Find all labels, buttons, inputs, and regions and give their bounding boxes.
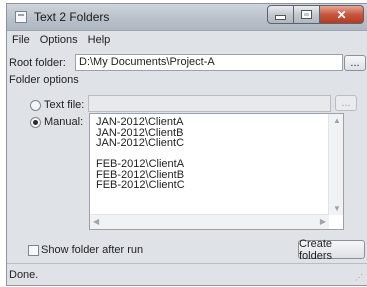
menu-bar: File Options Help (7, 31, 367, 48)
text-file-label: Text file: (44, 99, 85, 111)
folder-line: FEB-2012\ClientA (96, 158, 185, 170)
vertical-scrollbar[interactable]: ▲ ▼ (328, 114, 343, 215)
scroll-up-icon[interactable]: ▲ (333, 116, 341, 125)
horizontal-scrollbar[interactable]: ◀ ▶ (90, 214, 329, 229)
minimize-button[interactable] (267, 5, 294, 24)
manual-radio[interactable] (30, 117, 41, 128)
folder-options-heading: Folder options (9, 74, 79, 86)
scroll-right-icon[interactable]: ▶ (320, 217, 326, 226)
window-title: Text 2 Folders (34, 10, 110, 24)
folder-line: JAN-2012\ClientC (96, 137, 185, 149)
menu-help[interactable]: Help (88, 34, 111, 46)
scroll-down-icon[interactable]: ▼ (333, 204, 341, 213)
show-folder-checkbox[interactable] (28, 245, 39, 256)
text-file-radio[interactable] (30, 100, 41, 111)
menu-options[interactable]: Options (40, 34, 78, 46)
root-folder-field[interactable]: D:\My Documents\Project-A (75, 54, 343, 71)
status-bar: Done. ⋰ (7, 263, 367, 285)
close-icon: ✕ (336, 7, 347, 22)
show-folder-label: Show folder after run (41, 244, 144, 256)
resize-grip-icon[interactable]: ⋰ (355, 273, 365, 283)
status-text: Done. (9, 269, 39, 281)
title-bar[interactable]: Text 2 Folders ✕ (7, 4, 367, 31)
close-button[interactable]: ✕ (320, 5, 364, 24)
scroll-left-icon[interactable]: ◀ (93, 217, 99, 226)
maximize-button[interactable] (294, 5, 320, 24)
text-file-field[interactable] (88, 95, 331, 112)
manual-lines: JAN-2012\ClientA JAN-2012\ClientB JAN-20… (96, 117, 185, 191)
app-icon (15, 11, 27, 23)
maximize-icon (301, 10, 312, 19)
caption-buttons: ✕ (267, 5, 364, 24)
text-file-browse-button[interactable]: ... (335, 95, 357, 111)
create-folders-button[interactable]: Create folders (298, 238, 365, 262)
folder-line: JAN-2012\ClientA (96, 116, 184, 128)
root-folder-value: D:\My Documents\Project-A (79, 56, 215, 68)
app-window: Text 2 Folders ✕ File Options Help Root … (6, 3, 367, 286)
root-folder-label: Root folder: (9, 57, 66, 69)
menu-file[interactable]: File (12, 34, 30, 46)
minimize-icon (275, 15, 286, 20)
root-folder-browse-button[interactable]: ... (344, 55, 366, 71)
manual-label: Manual: (44, 116, 84, 128)
manual-folder-list[interactable]: JAN-2012\ClientA JAN-2012\ClientB JAN-20… (89, 113, 344, 230)
folder-line: FEB-2012\ClientC (96, 179, 185, 191)
